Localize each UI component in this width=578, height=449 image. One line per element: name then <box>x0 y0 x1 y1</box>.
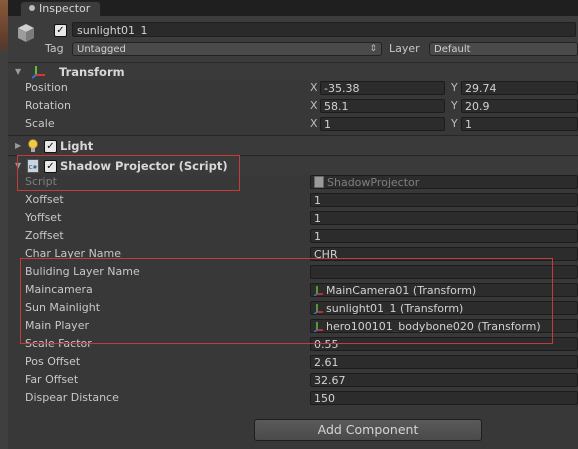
transform-mini-icon <box>314 303 323 314</box>
far-offset-input[interactable]: 32.67 <box>310 373 578 387</box>
main-player-label: Main Player <box>25 319 89 332</box>
main-player-value: hero100101_bodybone020 (Transform) <box>326 319 541 333</box>
scale-x-input[interactable]: 1 <box>320 117 445 131</box>
scale-y-input[interactable]: 1 <box>461 117 578 131</box>
foldout-expanded-icon: ▼ <box>15 67 22 76</box>
transform-title: Transform <box>59 65 125 79</box>
scene-view-edge <box>0 0 8 449</box>
scale-factor-label: Scale Factor <box>25 337 92 350</box>
rotation-y-axis[interactable]: Y <box>451 99 458 113</box>
far-offset-label: Far Offset <box>25 373 79 386</box>
rotation-y-input[interactable]: 20.9 <box>461 99 578 113</box>
shadow-projector-title: Shadow Projector (Script) <box>60 159 228 173</box>
tag-label: Tag <box>45 42 64 55</box>
position-x-axis[interactable]: X <box>310 81 318 95</box>
position-x-input[interactable]: -35.38 <box>320 81 445 95</box>
component-separator <box>8 135 578 136</box>
shadow-projector-header[interactable]: ▼ C# ✓ Shadow Projector (Script) <box>8 157 578 175</box>
maincamera-value: MainCamera01 (Transform) <box>326 283 477 297</box>
script-field: ShadowProjector <box>310 175 578 189</box>
component-separator <box>8 155 578 156</box>
gameobject-header: ✓ sunlight01_1 Tag Untagged ⇕ Layer Defa… <box>8 16 578 63</box>
transform-mini-icon <box>314 321 323 332</box>
add-component-button[interactable]: Add Component <box>254 419 482 441</box>
transform-axes-icon <box>32 66 45 79</box>
sun-mainlight-label: Sun Mainlight <box>25 301 101 314</box>
cube-icon <box>18 24 34 42</box>
shadow-projector-enabled-checkbox[interactable]: ✓ <box>44 160 57 173</box>
gameobject-active-checkbox[interactable]: ✓ <box>54 24 67 37</box>
char-layer-name-label: Char Layer Name <box>25 247 122 260</box>
position-y-axis[interactable]: Y <box>451 81 458 95</box>
sun-mainlight-value: sunlight01_1 (Transform) <box>326 301 464 315</box>
zoffset-label: Zoffset <box>25 229 64 242</box>
layer-label: Layer <box>389 42 420 55</box>
rotation-label: Rotation <box>25 99 72 112</box>
light-header[interactable]: ▶ ✓ Light <box>8 137 578 155</box>
script-file-icon <box>314 176 324 188</box>
building-layer-name-input[interactable] <box>310 265 578 279</box>
tab-bar: Inspector <box>8 0 578 17</box>
foldout-collapsed-icon: ▶ <box>15 141 22 150</box>
transform-header[interactable]: ▼ Transform <box>8 63 578 81</box>
char-layer-name-input[interactable]: CHR <box>310 247 578 261</box>
rotation-x-axis[interactable]: X <box>310 99 318 113</box>
script-file-icon: C# <box>27 159 39 173</box>
transform-mini-icon <box>314 285 323 296</box>
tag-value: Untagged <box>77 44 126 55</box>
pos-offset-label: Pos Offset <box>25 355 81 368</box>
script-label: Script <box>25 175 57 188</box>
maincamera-label: Maincamera <box>25 283 93 296</box>
tab-inspector-label: Inspector <box>39 2 91 15</box>
yoffset-input[interactable]: 1 <box>310 211 578 225</box>
light-enabled-checkbox[interactable]: ✓ <box>44 140 57 153</box>
dispear-distance-input[interactable]: 150 <box>310 391 578 405</box>
scale-factor-input[interactable]: 0.55 <box>310 337 578 351</box>
tab-inspector[interactable]: Inspector <box>20 1 102 17</box>
dropdown-arrows-icon: ⇕ <box>369 44 377 54</box>
rotation-x-input[interactable]: 58.1 <box>320 99 445 113</box>
layer-value: Default <box>434 44 471 55</box>
main-player-object-field[interactable]: hero100101_bodybone020 (Transform) <box>310 319 578 333</box>
xoffset-input[interactable]: 1 <box>310 193 578 207</box>
xoffset-label: Xoffset <box>25 193 64 206</box>
building-layer-name-label: Buliding Layer Name <box>25 265 140 278</box>
gameobject-name-input[interactable]: sunlight01_1 <box>72 22 576 37</box>
scale-x-axis[interactable]: X <box>310 117 318 131</box>
foldout-expanded-icon: ▼ <box>15 161 22 170</box>
sun-mainlight-object-field[interactable]: sunlight01_1 (Transform) <box>310 301 578 315</box>
light-title: Light <box>60 139 94 153</box>
scale-label: Scale <box>25 117 55 130</box>
tag-dropdown[interactable]: Untagged ⇕ <box>72 42 382 56</box>
lightbulb-icon <box>28 139 38 152</box>
dispear-distance-label: Dispear Distance <box>25 391 119 404</box>
script-value: ShadowProjector <box>327 175 420 189</box>
scale-y-axis[interactable]: Y <box>451 117 458 131</box>
svg-text:C#: C# <box>29 165 38 171</box>
layer-dropdown[interactable]: Default <box>429 42 578 56</box>
yoffset-label: Yoffset <box>25 211 62 224</box>
position-y-input[interactable]: 29.74 <box>461 81 578 95</box>
maincamera-object-field[interactable]: MainCamera01 (Transform) <box>310 283 578 297</box>
zoffset-input[interactable]: 1 <box>310 229 578 243</box>
pos-offset-input[interactable]: 2.61 <box>310 355 578 369</box>
inspector-dot-icon <box>29 5 35 11</box>
position-label: Position <box>25 81 68 94</box>
